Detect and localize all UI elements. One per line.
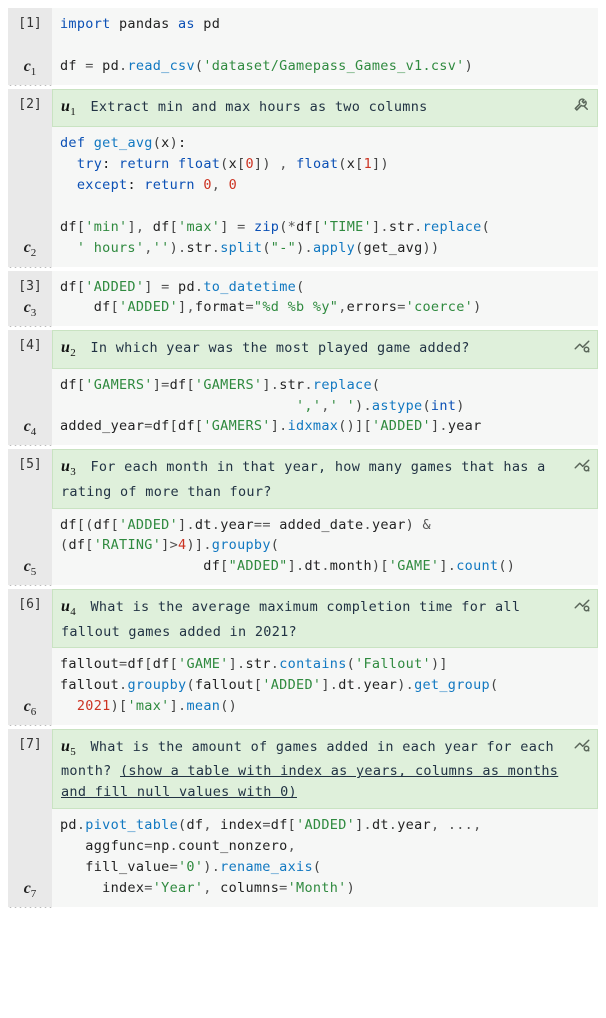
cell-gutter: [3]c3 [8,271,52,327]
utterance-text: What is the amount of games added in eac… [61,739,558,800]
code-block: fallout=df[df['GAME'].str.contains('Fall… [52,648,598,725]
cell-gutter: [4] c4 [8,330,52,445]
utterance: u1 Extract min and max hours as two colu… [52,89,598,127]
code-block: import pandas as pd df = pd.read_csv('da… [52,8,598,85]
utterance-icon [573,95,591,121]
notebook-figure: [1] c1import pandas as pd df = pd.read_cs… [8,8,598,907]
code-block: def get_avg(x): try: return float(x[0]) … [52,127,598,267]
cell-gutter: [6] c6 [8,589,52,725]
chart-search-icon [573,336,591,354]
cell-c-label: c3 [8,296,52,322]
chart-search-icon [573,455,591,473]
code-block: df['ADDED'] = pd.to_datetime( df['ADDED'… [52,271,598,327]
cell-index: [7] [8,735,52,755]
cell-body: u5 What is the amount of games added in … [52,729,598,907]
cell-c-label: c4 [8,415,52,441]
cell-body: u2 In which year was the most played gam… [52,330,598,445]
cell: [6] c6 u4 What is the average maximum comp… [8,589,598,725]
cell-body: u1 Extract min and max hours as two colu… [52,89,598,267]
cell-body: u4 What is the average maximum completio… [52,589,598,725]
code-block: df['GAMERS']=df['GAMERS'].str.replace( '… [52,369,598,446]
cell-body: import pandas as pd df = pd.read_csv('da… [52,8,598,85]
utterance: u2 In which year was the most played gam… [52,330,598,368]
cell: [4] c4 u2 In which year was the most playe… [8,330,598,445]
cell: [1] c1import pandas as pd df = pd.read_cs… [8,8,598,85]
utterance: u3 For each month in that year, how many… [52,449,598,508]
utterance: u5 What is the amount of games added in … [52,729,598,809]
cell-gutter: [1] c1 [8,8,52,85]
cell-index: [1] [8,14,52,34]
utterance-text: What is the average maximum completion t… [61,599,520,639]
cell: [5] c5 u3 For each month in that year, how… [8,449,598,585]
utterance-icon [573,595,591,621]
chart-search-icon [573,735,591,753]
cell-c-label: c7 [8,877,52,903]
cell-c-label: c2 [8,236,52,262]
cell: [7] c7 u5 What is the amount of games adde… [8,729,598,907]
cell-gutter: [7] c7 [8,729,52,907]
utterance-text: Extract min and max hours as two columns [90,99,427,115]
cell-index: [6] [8,595,52,615]
utterance-icon [573,455,591,481]
tools-icon [573,95,591,113]
cell: [3]c3df['ADDED'] = pd.to_datetime( df['A… [8,271,598,327]
utterance-icon [573,735,591,761]
cell-body: df['ADDED'] = pd.to_datetime( df['ADDED'… [52,271,598,327]
cell-body: u3 For each month in that year, how many… [52,449,598,585]
utterance: u4 What is the average maximum completio… [52,589,598,648]
utterance-text: For each month in that year, how many ga… [61,459,546,499]
cell-c-label: c5 [8,555,52,581]
utterance-text: In which year was the most played game a… [90,340,469,356]
cell-index: [4] [8,336,52,356]
cell-c-label: c1 [8,55,52,81]
cell-c-label: c6 [8,695,52,721]
cell-index: [3] [8,277,52,297]
code-block: df[(df['ADDED'].dt.year== added_date.yea… [52,509,598,586]
code-block: pd.pivot_table(df, index=df['ADDED'].dt.… [52,809,598,907]
cell-index: [5] [8,455,52,475]
cell-gutter: [2] c2 [8,89,52,267]
cell: [2] c2 u1 Extract min and max hours as two… [8,89,598,267]
chart-search-icon [573,595,591,613]
cell-gutter: [5] c5 [8,449,52,585]
utterance-icon [573,336,591,362]
cell-index: [2] [8,95,52,115]
